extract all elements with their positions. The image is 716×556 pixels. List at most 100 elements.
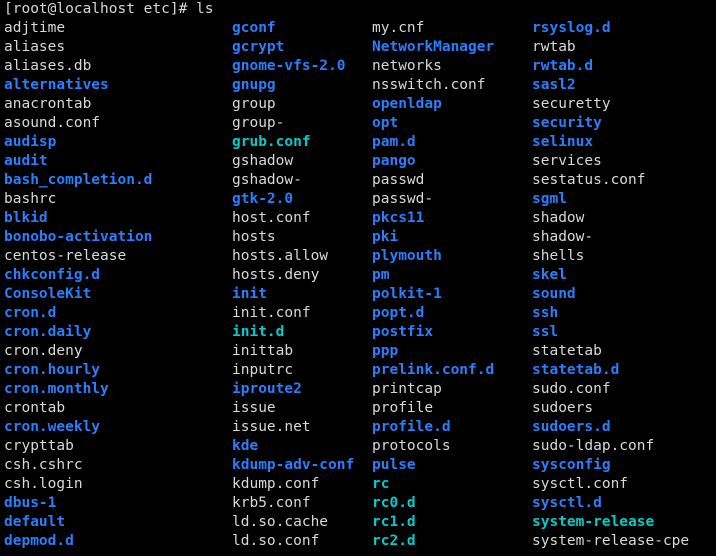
listing-entry: rc <box>372 476 390 492</box>
listing-entry: gtk-2.0 <box>232 191 294 207</box>
listing-entry: cron.daily <box>4 324 92 340</box>
listing-entry: sudo.conf <box>532 381 611 397</box>
listing-entry: ssh <box>532 305 559 321</box>
listing-entry: gshadow- <box>232 172 302 188</box>
listing-entry: services <box>532 153 602 169</box>
listing-entry: init.conf <box>232 305 311 321</box>
listing-entry: ConsoleKit <box>4 286 92 302</box>
listing-entry: host.conf <box>232 210 311 226</box>
listing-entry: sestatus.conf <box>532 172 646 188</box>
listing-entry: shadow- <box>532 229 594 245</box>
listing-entry: sgml <box>532 191 567 207</box>
listing-entry: openldap <box>372 96 442 112</box>
listing-entry: cron.weekly <box>4 419 101 435</box>
listing-entry: bashrc <box>4 191 57 207</box>
listing-entry: sysconfig <box>532 457 611 473</box>
listing-entry: profile <box>372 400 434 416</box>
listing-column-2: gconf gcrypt gnome-vfs-2.0 gnupg group group-… <box>232 19 372 551</box>
listing-entry: rwtab.d <box>532 58 594 74</box>
listing-entry: cron.d <box>4 305 57 321</box>
listing-entry: audit <box>4 153 48 169</box>
listing-entry: sudoers.d <box>532 419 611 435</box>
listing-entry: printcap <box>372 381 442 397</box>
listing-entry: hosts.deny <box>232 267 320 283</box>
terminal-window[interactable]: [root@localhost etc]# ls adjtime aliases a… <box>0 0 716 556</box>
listing-entry: dbus-1 <box>4 495 57 511</box>
listing-entry: prelink.conf.d <box>372 362 495 378</box>
listing-entry: gnupg <box>232 77 276 93</box>
listing-entry: alternatives <box>4 77 109 93</box>
listing-entry: nsswitch.conf <box>372 77 486 93</box>
listing-entry: plymouth <box>372 248 442 264</box>
listing-entry: sysctl.d <box>532 495 602 511</box>
listing-entry: protocols <box>372 438 451 454</box>
listing-entry: aliases.db <box>4 58 92 74</box>
listing-entry: issue.net <box>232 419 311 435</box>
listing-entry: default <box>4 514 66 530</box>
listing-entry: crypttab <box>4 438 74 454</box>
shell-prompt-line: [root@localhost etc]# ls <box>4 1 214 17</box>
listing-entry: adjtime <box>4 20 66 36</box>
listing-entry: init.d <box>232 324 285 340</box>
listing-entry: rc1.d <box>372 514 416 530</box>
listing-entry: rwtab <box>532 39 576 55</box>
listing-entry: inittab <box>232 343 294 359</box>
listing-entry: kde <box>232 438 259 454</box>
listing-entry: depmod.d <box>4 533 74 549</box>
listing-entry: group <box>232 96 276 112</box>
listing-entry: bash_completion.d <box>4 172 153 188</box>
listing-entry: blkid <box>4 210 48 226</box>
listing-entry: ssl <box>532 324 559 340</box>
listing-entry: hosts <box>232 229 276 245</box>
listing-entry: centos-release <box>4 248 127 264</box>
listing-entry: kdump.conf <box>232 476 320 492</box>
listing-entry: cron.hourly <box>4 362 101 378</box>
listing-entry: pm <box>372 267 390 283</box>
listing-entry: system-release <box>532 514 655 530</box>
listing-entry: gcrypt <box>232 39 285 55</box>
listing-column-1: adjtime aliases aliases.db alternatives anac… <box>4 19 232 551</box>
listing-entry: csh.cshrc <box>4 457 83 473</box>
listing-entry: sudo-ldap.conf <box>532 438 655 454</box>
listing-entry: skel <box>532 267 567 283</box>
listing-entry: my.cnf <box>372 20 425 36</box>
listing-entry: opt <box>372 115 399 131</box>
listing-entry: kdump-adv-conf <box>232 457 355 473</box>
listing-entry: anacrontab <box>4 96 92 112</box>
listing-entry: aliases <box>4 39 66 55</box>
listing-entry: passwd- <box>372 191 434 207</box>
listing-column-3: my.cnf NetworkManager networks nsswitch.con… <box>372 19 532 551</box>
listing-entry: pulse <box>372 457 416 473</box>
listing-entry: krb5.conf <box>232 495 311 511</box>
listing-entry: rc0.d <box>372 495 416 511</box>
listing-entry: securetty <box>532 96 611 112</box>
listing-entry: hosts.allow <box>232 248 329 264</box>
listing-entry: crontab <box>4 400 66 416</box>
listing-entry: iproute2 <box>232 381 302 397</box>
listing-entry: group- <box>232 115 285 131</box>
listing-entry: bonobo-activation <box>4 229 153 245</box>
listing-column-4: rsyslog.d rwtab rwtab.d sasl2 securetty secur… <box>532 19 716 551</box>
listing-entry: system-release-cpe <box>532 533 690 549</box>
listing-entry: NetworkManager <box>372 39 495 55</box>
listing-entry: ld.so.conf <box>232 533 320 549</box>
listing-entry: statetab.d <box>532 362 620 378</box>
listing-entry: pkcs11 <box>372 210 425 226</box>
listing-entry: pango <box>372 153 416 169</box>
listing-entry: networks <box>372 58 442 74</box>
listing-entry: ppp <box>372 343 399 359</box>
listing-entry: gconf <box>232 20 276 36</box>
listing-entry: security <box>532 115 602 131</box>
listing-entry: selinux <box>532 134 594 150</box>
listing-entry: sudoers <box>532 400 594 416</box>
listing-entry: passwd <box>372 172 425 188</box>
listing-entry: shells <box>532 248 585 264</box>
listing-entry: ld.so.cache <box>232 514 329 530</box>
listing-entry: init <box>232 286 267 302</box>
listing-entry: gnome-vfs-2.0 <box>232 58 346 74</box>
listing-entry: gshadow <box>232 153 294 169</box>
listing-entry: sysctl.conf <box>532 476 629 492</box>
listing-entry: pam.d <box>372 134 416 150</box>
listing-entry: chkconfig.d <box>4 267 101 283</box>
listing-entry: statetab <box>532 343 602 359</box>
